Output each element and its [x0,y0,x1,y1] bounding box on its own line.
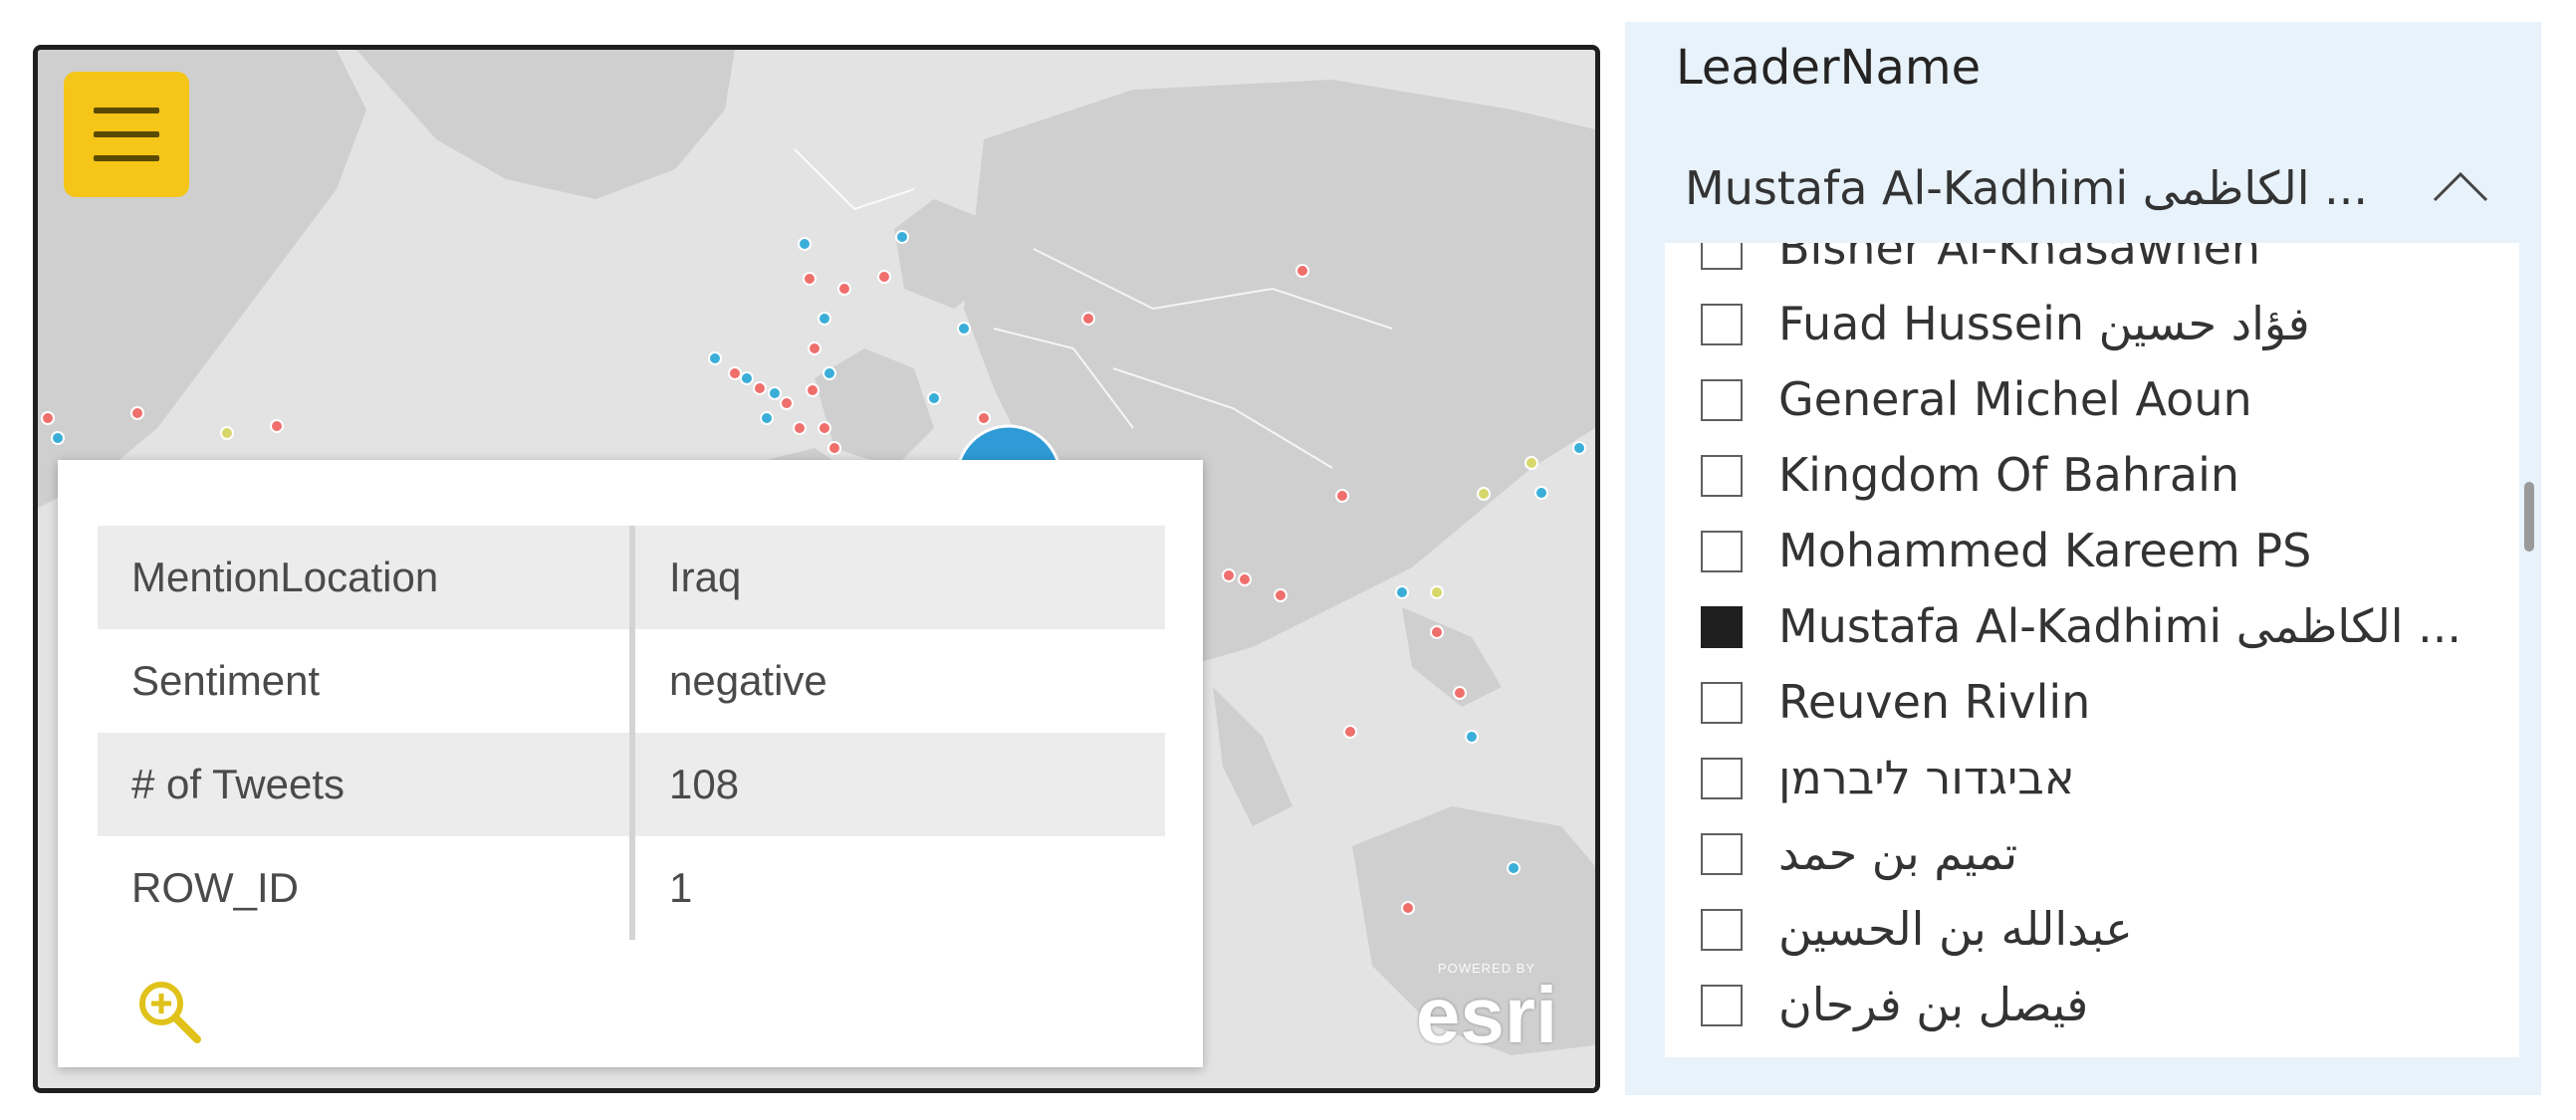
attribute-key: # of Tweets [98,733,635,836]
table-row: Sentiment negative [98,629,1165,733]
list-item[interactable]: تميم بن حمد [1665,816,2519,892]
checkbox[interactable] [1701,531,1743,572]
attribute-value: 1 [669,864,693,911]
list-item-label: Bisher Al-Khasawneh [1778,243,2261,275]
checkbox[interactable] [1701,379,1743,421]
list-item-label: Mustafa Al-Kadhimi الكاظمى ... [1778,599,2462,653]
attribute-value: 108 [632,733,1165,836]
list-item-label: Mohammed Kareem PS [1778,524,2312,577]
slicer-title: LeaderName [1676,40,1982,96]
list-item-label: Reuven Rivlin [1778,675,2091,729]
list-item-label: General Michel Aoun [1778,372,2252,426]
checkbox[interactable] [1701,682,1743,724]
menu-button[interactable] [64,72,189,197]
leader-name-slicer: LeaderName Mustafa Al-Kadhimi الكاظمى ..… [1625,22,2541,1095]
attribute-value: negative [669,657,827,704]
powered-by-text: POWERED BY [1437,961,1536,976]
attribute-key: MentionLocation [98,526,635,629]
table-row: # of Tweets 108 [98,733,1165,836]
list-item-label: عبدالله بن الحسين [1778,902,2133,956]
list-item[interactable]: Mustafa Al-Kadhimi الكاظمى ... [1665,589,2519,665]
list-item-label: Kingdom Of Bahrain [1778,448,2240,502]
esri-logo: POWERED BY esri [1402,961,1571,1070]
list-item[interactable]: Reuven Rivlin [1665,665,2519,741]
zoom-in-icon[interactable] [133,976,203,1045]
list-item[interactable]: General Michel Aoun [1665,362,2519,438]
attribute-table: MentionLocation Iraq Sentiment negative … [98,526,1165,940]
esri-wordmark: esri [1415,971,1558,1059]
checkbox[interactable] [1701,606,1743,648]
dropdown-selected-value: Mustafa Al-Kadhimi الكاظمى ... [1685,161,2369,215]
list-item-label: فيصل بن فرحان [1778,978,2089,1031]
map-view[interactable]: MentionLocation Iraq Sentiment negative … [33,45,1600,1093]
list-item[interactable]: Fuad Hussein فؤاد حسين [1665,287,2519,362]
checkbox[interactable] [1701,985,1743,1026]
list-item-label: تميم بن حمد [1778,826,2018,880]
list-item[interactable]: Bisher Al-Khasawneh [1665,243,2519,287]
checkbox[interactable] [1701,909,1743,951]
checkbox[interactable] [1701,833,1743,875]
attribute-value: Iraq [632,526,1165,629]
list-item-label: Fuad Hussein فؤاد حسين [1778,297,2310,350]
checkbox[interactable] [1701,758,1743,799]
list-item[interactable]: عبدالله بن الحسين [1665,892,2519,968]
checkbox[interactable] [1701,304,1743,345]
list-item[interactable]: فيصل بن فرحان [1665,968,2519,1043]
attribute-key: Sentiment [98,629,635,733]
table-row: ROW_ID 1 [98,836,1165,940]
list-item[interactable]: אביגדור ליברמן [1665,741,2519,816]
list-item-label: אביגדור ליברמן [1778,751,2075,804]
list-item[interactable]: Kingdom Of Bahrain [1665,438,2519,514]
table-row: MentionLocation Iraq [98,526,1165,629]
checkbox[interactable] [1701,455,1743,497]
scrollbar-thumb[interactable] [2524,482,2534,552]
feature-popup: MentionLocation Iraq Sentiment negative … [58,460,1203,1067]
list-item[interactable]: Mohammed Kareem PS [1665,514,2519,589]
slicer-dropdown[interactable]: Mustafa Al-Kadhimi الكاظمى ... [1665,121,2519,251]
slicer-option-list[interactable]: Bisher Al-Khasawneh Fuad Hussein فؤاد حس… [1665,243,2519,1057]
checkbox[interactable] [1701,243,1743,270]
attribute-key: ROW_ID [98,836,635,940]
chevron-up-icon[interactable] [2432,169,2489,203]
